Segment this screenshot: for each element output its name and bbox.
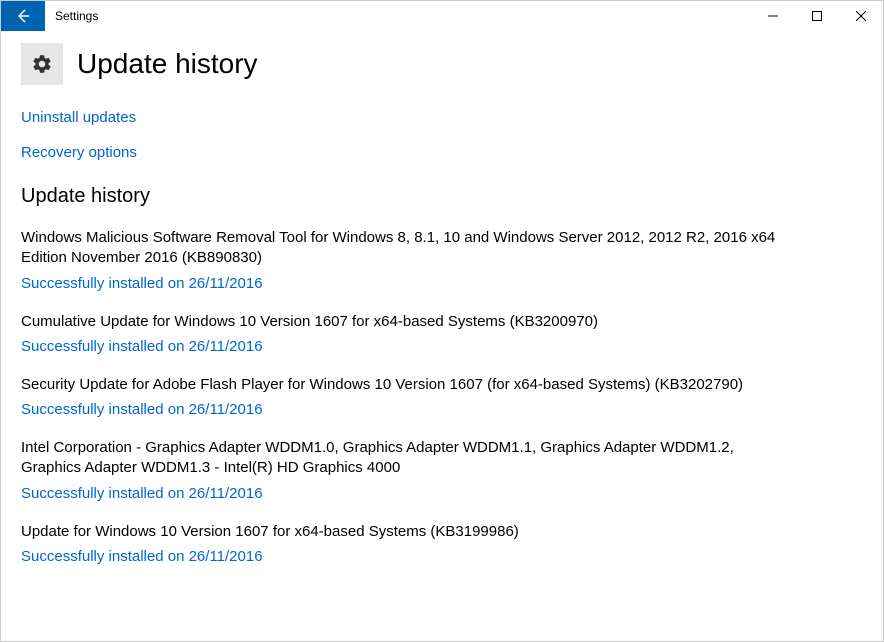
page-title: Update history [77,48,258,80]
gear-icon [31,53,53,75]
update-title: Windows Malicious Software Removal Tool … [21,228,781,269]
close-icon [856,11,866,21]
back-button[interactable] [1,1,45,31]
minimize-button[interactable] [751,1,795,31]
recovery-options-link[interactable]: Recovery options [21,144,863,161]
window-title: Settings [45,1,751,31]
update-status: Successfully installed on 26/11/2016 [21,338,781,355]
update-entry: Update for Windows 10 Version 1607 for x… [21,522,781,565]
arrow-left-icon [15,8,31,24]
update-entry: Windows Malicious Software Removal Tool … [21,228,781,292]
close-button[interactable] [839,1,883,31]
update-title: Update for Windows 10 Version 1607 for x… [21,522,781,542]
maximize-button[interactable] [795,1,839,31]
update-entry: Intel Corporation - Graphics Adapter WDD… [21,438,781,502]
update-entry: Cumulative Update for Windows 10 Version… [21,312,781,355]
section-heading: Update history [21,185,863,208]
content-area: Update history Uninstall updates Recover… [1,31,883,605]
titlebar: Settings [1,1,883,31]
page-header: Update history [21,43,863,85]
update-status: Successfully installed on 26/11/2016 [21,275,781,292]
update-entry: Security Update for Adobe Flash Player f… [21,375,781,418]
minimize-icon [768,11,778,21]
update-title: Security Update for Adobe Flash Player f… [21,375,781,395]
window-controls [751,1,883,31]
uninstall-updates-link[interactable]: Uninstall updates [21,109,863,126]
maximize-icon [812,11,822,21]
update-title: Intel Corporation - Graphics Adapter WDD… [21,438,781,479]
update-status: Successfully installed on 26/11/2016 [21,401,781,418]
header-icon-box [21,43,63,85]
update-status: Successfully installed on 26/11/2016 [21,485,781,502]
update-status: Successfully installed on 26/11/2016 [21,548,781,565]
update-title: Cumulative Update for Windows 10 Version… [21,312,781,332]
